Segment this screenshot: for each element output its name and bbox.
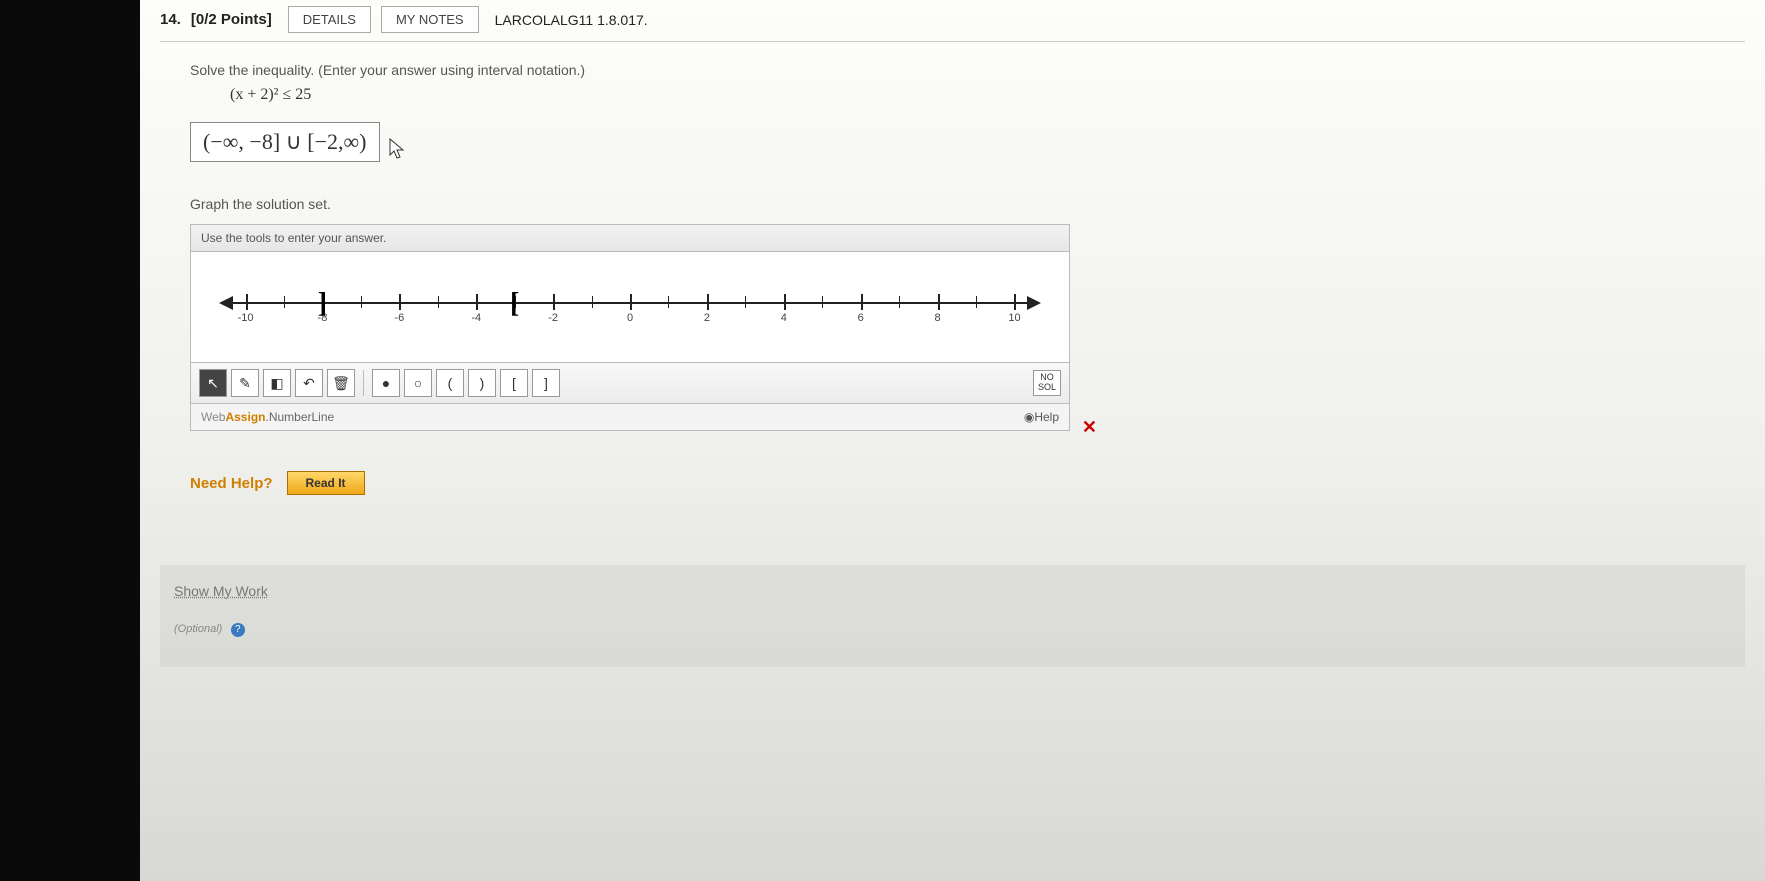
close-paren-tool[interactable]: ) [468,369,496,397]
tick [899,296,900,308]
tick [1014,294,1016,310]
tick-label: -10 [238,312,254,324]
tick [438,296,439,308]
equation-text: (x + 2)² ≤ 25 [230,86,1715,104]
numberline-toolbar: ↖ ✎ ◧ ↶ 🗑 ● ○ ( ) [ ] NO SOL [191,362,1069,403]
closed-point-tool[interactable]: ● [372,369,400,397]
pencil-tool[interactable]: ✎ [231,369,259,397]
tick [361,296,362,308]
arrow-left-icon [219,296,233,310]
close-bracket-tool[interactable]: ] [532,369,560,397]
nosol-bot: SOL [1038,383,1056,393]
tick [784,294,786,310]
tick-label: -2 [548,312,558,324]
numberline-widget: Use the tools to enter your answer. -10 -… [190,224,1070,431]
numberline-header: Use the tools to enter your answer. [191,225,1069,252]
open-bracket-tool[interactable]: [ [500,369,528,397]
open-paren-tool[interactable]: ( [436,369,464,397]
help-icon: ◉ [1024,410,1034,424]
tick [246,294,248,310]
answer-input[interactable]: (−∞, −8] ∪ [−2,∞) [190,122,380,162]
numberline-canvas[interactable]: -10-8-6-4-20246810][ [191,252,1069,362]
info-icon[interactable]: ? [231,623,245,637]
show-my-work-toggle[interactable]: Show My Work [174,583,1731,599]
toolbar-separator [363,370,364,396]
my-notes-button[interactable]: MY NOTES [381,6,479,33]
numberline-help-link[interactable]: ◉Help [1024,410,1059,424]
arrow-right-icon [1027,296,1041,310]
tick [668,296,669,308]
undo-tool[interactable]: ↶ [295,369,323,397]
numberline-footer: WebAssign.NumberLine ◉Help [191,403,1069,430]
question-points: [0/2 Points] [191,11,272,28]
graph-instruction: Graph the solution set. [190,196,1715,212]
tick [553,294,555,310]
open-point-tool[interactable]: ○ [404,369,432,397]
pointer-tool[interactable]: ↖ [199,369,227,397]
tick-label: 6 [858,312,864,324]
close-icon[interactable]: ✕ [1082,417,1097,438]
instruction-text: Solve the inequality. (Enter your answer… [190,62,1715,78]
tick-label: 8 [935,312,941,324]
cursor-icon [388,137,408,166]
no-solution-button[interactable]: NO SOL [1033,370,1061,396]
tick [592,296,593,308]
assignment-code: LARCOLALG11 1.8.017. [495,12,648,28]
bracket-marker[interactable]: ] [318,288,327,320]
tick [284,296,285,308]
tick-label: 0 [627,312,633,324]
tick-label: 10 [1008,312,1020,324]
tick-label: 2 [704,312,710,324]
need-help-label: Need Help? [190,475,273,492]
tick-label: -6 [394,312,404,324]
tick [630,294,632,310]
tick-label: -4 [471,312,481,324]
read-it-button[interactable]: Read It [287,471,365,495]
tick [822,296,823,308]
trash-tool[interactable]: 🗑 [327,369,355,397]
details-button[interactable]: DETAILS [288,6,371,33]
tick [938,294,940,310]
bracket-marker[interactable]: [ [510,288,519,320]
tick [976,296,977,308]
show-my-work-section: Show My Work (Optional) ? [160,565,1745,667]
tick [745,296,746,308]
tick [476,294,478,310]
webassign-brand: WebAssign.NumberLine [201,410,334,424]
tick-label: 4 [781,312,787,324]
optional-label: (Optional) [174,623,222,635]
tick [861,294,863,310]
tick [707,294,709,310]
question-header: 14. [0/2 Points] DETAILS MY NOTES LARCOL… [160,0,1745,42]
question-number: 14. [160,11,181,28]
eraser-tool[interactable]: ◧ [263,369,291,397]
tick [399,294,401,310]
